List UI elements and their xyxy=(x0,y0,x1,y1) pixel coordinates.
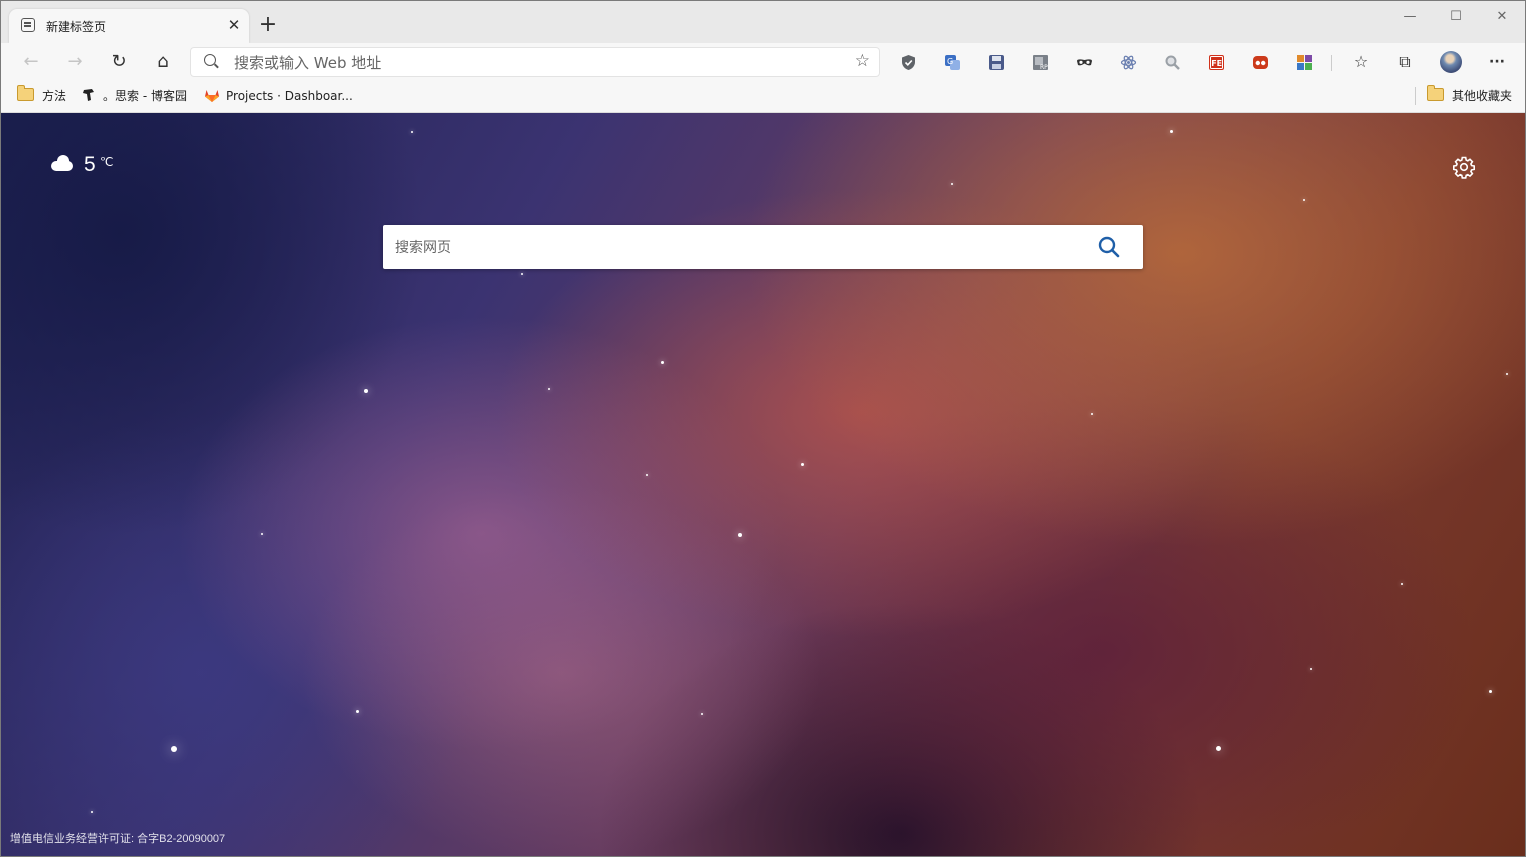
favorites-icon[interactable]: ☆ xyxy=(1350,51,1372,73)
bookmark-label: Projects · Dashboar... xyxy=(226,89,353,103)
dots-extension-icon[interactable] xyxy=(1252,54,1269,71)
tab-strip: 新建标签页 ✕ + — ☐ ✕ xyxy=(1,1,1525,43)
new-tab-page: 5 ℃ 增值电信业务经营许可证: 合字B2-20090007 xyxy=(1,113,1525,856)
svg-text:G: G xyxy=(947,57,953,66)
fe-extension-icon[interactable]: FE xyxy=(1208,54,1225,71)
refresh-button[interactable]: ↻ xyxy=(106,49,132,75)
new-tab-button[interactable]: + xyxy=(257,14,279,36)
browser-window: 新建标签页 ✕ + — ☐ ✕ ← → ↻ ⌂ ☆ G xyxy=(0,0,1526,857)
star-dot xyxy=(171,746,177,752)
folder-icon xyxy=(17,85,34,101)
address-bar[interactable]: ☆ xyxy=(190,47,880,77)
home-button[interactable]: ⌂ xyxy=(150,49,176,75)
star-dot xyxy=(261,533,263,535)
star-dot xyxy=(646,474,648,476)
react-extension-icon[interactable] xyxy=(1120,54,1137,71)
folder-icon xyxy=(1427,85,1444,101)
mask-extension-icon[interactable] xyxy=(1076,54,1093,71)
address-input[interactable] xyxy=(232,50,836,76)
bookmark-label: 方法 xyxy=(42,89,67,103)
star-dot xyxy=(1489,690,1492,693)
gitlab-icon xyxy=(205,90,219,102)
back-button[interactable]: ← xyxy=(18,49,44,75)
collections-icon[interactable]: ⧉ xyxy=(1394,51,1416,73)
web-search-input[interactable] xyxy=(393,235,1077,261)
cloud-icon xyxy=(51,155,73,171)
search-extension-icon[interactable] xyxy=(1164,54,1181,71)
star-dot xyxy=(548,388,550,390)
star-dot xyxy=(364,389,368,393)
star-dot xyxy=(738,533,742,537)
other-favorites[interactable]: 其他收藏夹 xyxy=(1427,85,1513,106)
bookmarks-bar: 方法 。思索 - 博客园 Projects · Dashboar... 其他收藏… xyxy=(1,81,1525,113)
star-dot xyxy=(1091,413,1093,415)
color-extension-icon[interactable] xyxy=(1296,54,1313,71)
svg-text:FE: FE xyxy=(1211,59,1222,68)
bookmark-item[interactable]: Projects · Dashboar... xyxy=(204,86,353,106)
star-dot xyxy=(356,710,359,713)
star-dot xyxy=(1401,583,1403,585)
forward-button[interactable]: → xyxy=(62,49,88,75)
close-window-button[interactable]: ✕ xyxy=(1479,5,1525,31)
toolbar-divider xyxy=(1331,55,1332,71)
star-dot xyxy=(1310,668,1312,670)
license-footer: 增值电信业务经营许可证: 合字B2-20090007 xyxy=(10,833,226,845)
svg-text:RP: RP xyxy=(1040,64,1048,71)
add-favorite-icon[interactable]: ☆ xyxy=(855,51,870,71)
profile-avatar[interactable] xyxy=(1440,51,1462,73)
temperature-unit: ℃ xyxy=(100,155,114,169)
minimize-button[interactable]: — xyxy=(1387,5,1433,31)
star-dot xyxy=(411,131,413,133)
tab-close-button[interactable]: ✕ xyxy=(225,15,243,35)
search-icon xyxy=(204,54,216,66)
star-dot xyxy=(951,183,953,185)
maximize-button[interactable]: ☐ xyxy=(1433,5,1479,31)
translate-extension-icon[interactable]: G xyxy=(944,54,961,71)
star-dot xyxy=(661,361,664,364)
star-dot xyxy=(801,463,804,466)
star-dot xyxy=(521,273,523,275)
bookmark-label: 。思索 - 博客园 xyxy=(103,89,187,103)
save-extension-icon[interactable] xyxy=(988,54,1005,71)
tab-new-tab[interactable]: 新建标签页 ✕ xyxy=(9,9,249,43)
other-favorites-label: 其他收藏夹 xyxy=(1452,89,1513,103)
star-dot xyxy=(91,811,93,813)
rp-extension-icon[interactable]: RP xyxy=(1032,54,1049,71)
star-dot xyxy=(1506,373,1508,375)
star-dot xyxy=(1303,199,1305,201)
search-icon[interactable] xyxy=(1095,233,1123,261)
navigation-toolbar: ← → ↻ ⌂ ☆ G RP xyxy=(1,43,1525,81)
new-tab-page-icon xyxy=(21,18,35,32)
bookmark-item[interactable]: 。思索 - 博客园 xyxy=(81,86,187,106)
cnblogs-icon xyxy=(83,89,94,101)
gear-icon[interactable] xyxy=(1452,155,1476,179)
temperature-value: 5 xyxy=(84,153,96,176)
star-dot xyxy=(1216,746,1221,751)
more-options-icon[interactable]: ··· xyxy=(1486,51,1508,73)
shield-extension-icon[interactable] xyxy=(900,54,917,71)
bookmarks-divider xyxy=(1415,87,1416,105)
star-dot xyxy=(1170,130,1173,133)
tab-title: 新建标签页 xyxy=(46,20,107,34)
star-dot xyxy=(701,713,703,715)
web-search-box[interactable] xyxy=(383,225,1143,269)
bookmark-item[interactable]: 方法 xyxy=(17,85,67,106)
